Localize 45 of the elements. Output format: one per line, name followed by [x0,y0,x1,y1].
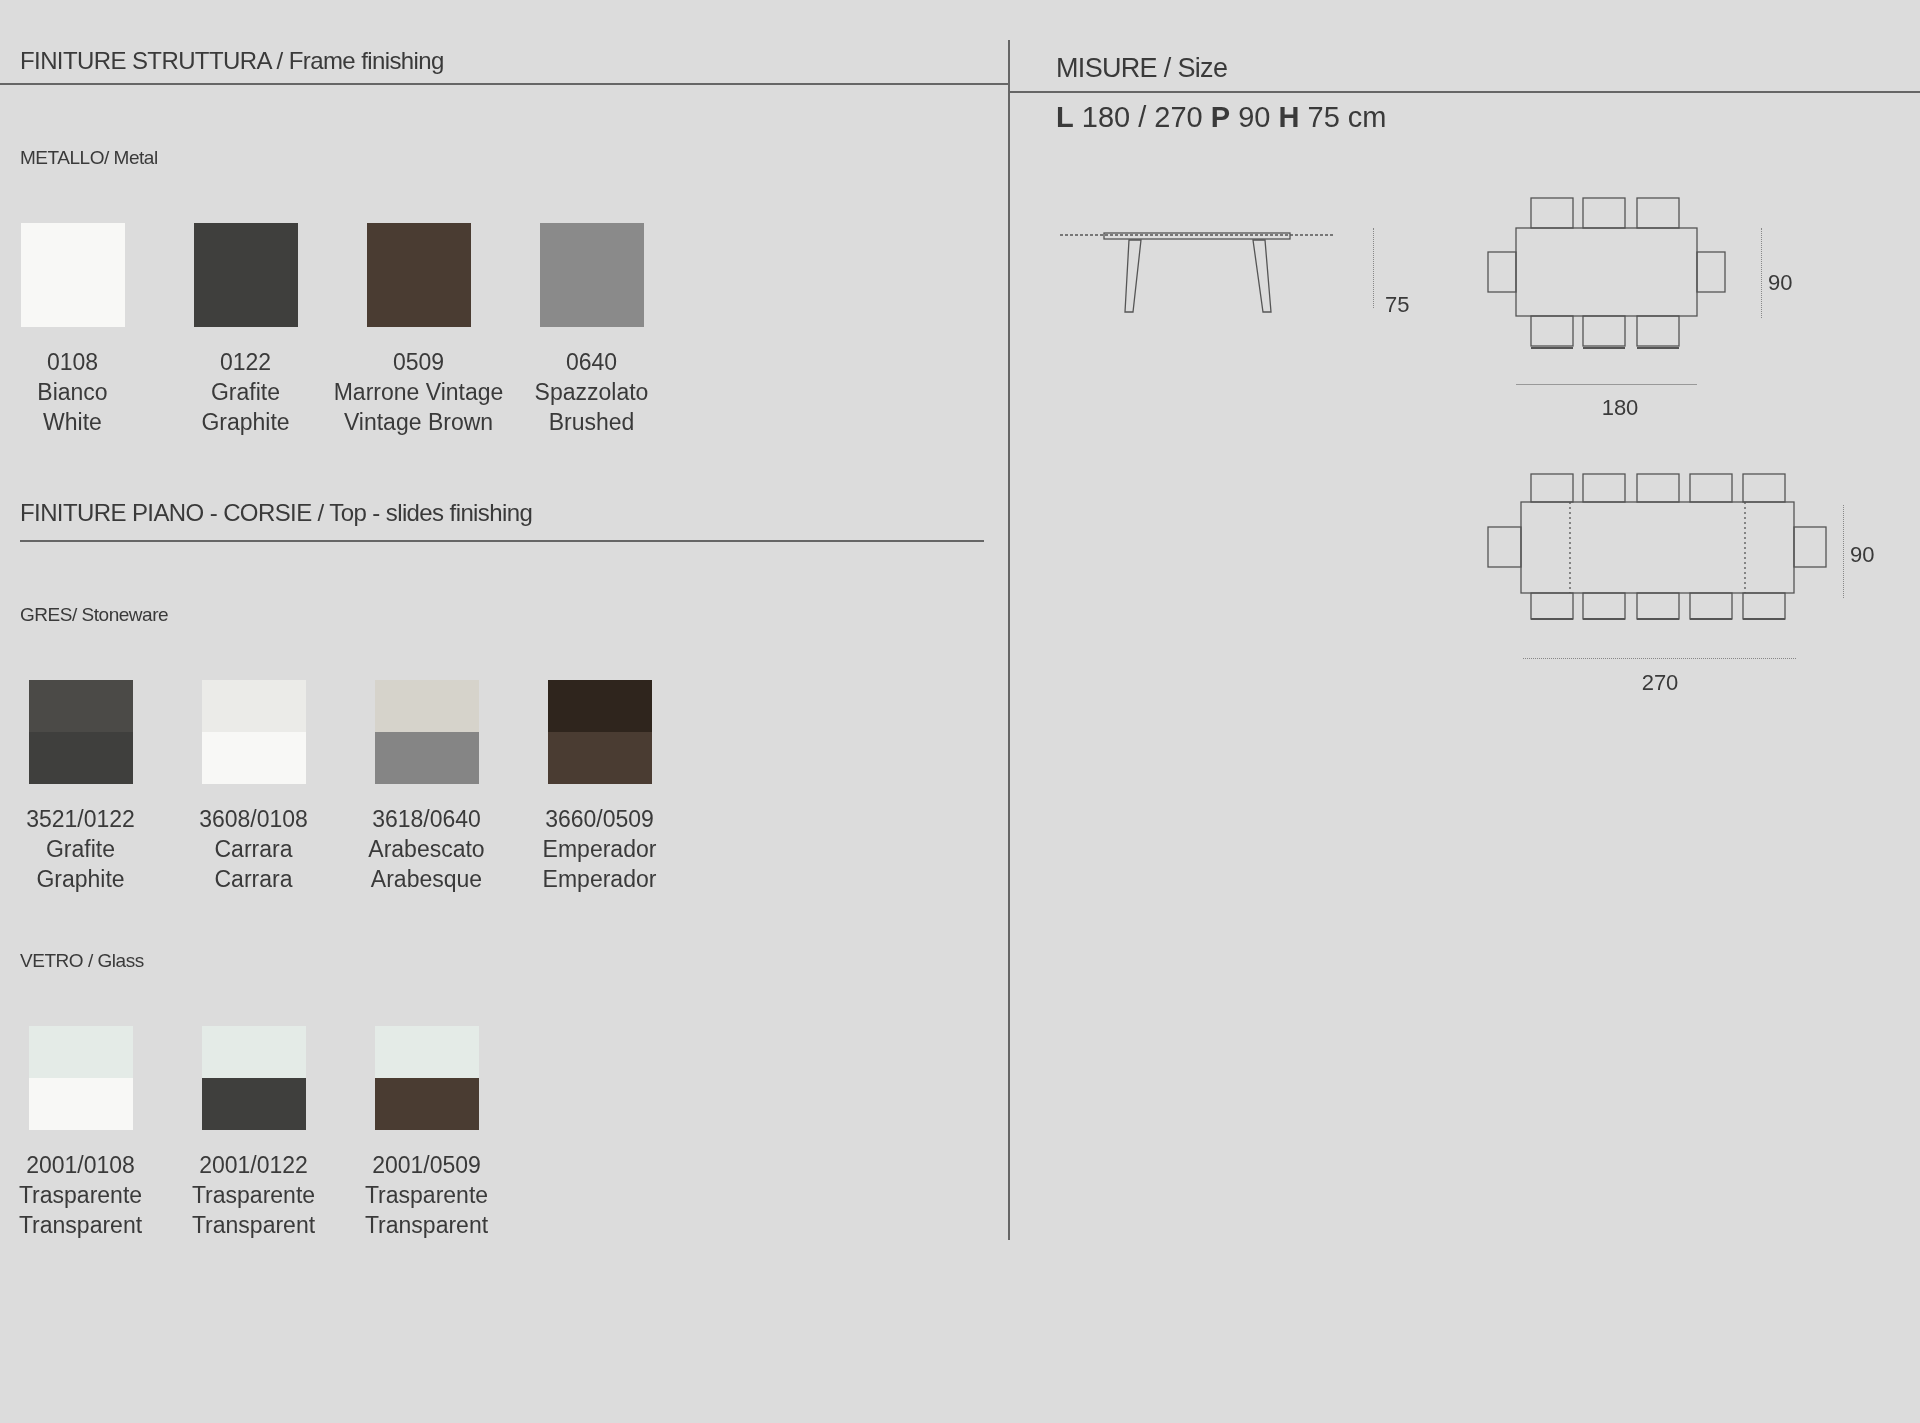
group-title: METALLO/ Metal [20,147,158,168]
finish-code: 3608/0108 [199,805,308,834]
finish-name: Transparent [18,1211,143,1240]
finish-name: Bianco [37,378,108,407]
length-label: 270 [1640,670,1680,696]
depth-label: 90 [1768,270,1793,296]
finish-code: 3521/0122 [26,805,135,834]
finish-name: Trasparente [191,1181,316,1210]
finish-name: Transparent [364,1211,489,1240]
finish-name: Brushed [548,408,635,437]
section-heading: FINITURE STRUTTURA / Frame finishing [20,47,444,75]
group-title: GRES/ Stoneware [20,604,169,625]
finish-code: 0509 [392,348,445,377]
finish-code: 0108 [46,348,99,377]
finish-code: 3660/0509 [545,805,654,834]
finish-name: Emperador [542,865,657,894]
finish-name: Grafite [211,378,280,407]
dimensions-text: L 180 / 270 P 90 H 75 cm [1056,101,1387,133]
finish-name: Trasparente [18,1181,143,1210]
finish-name: Carrara [214,865,293,894]
finish-name: Trasparente [364,1181,489,1210]
finish-name: Carrara [214,835,293,864]
finish-code: 3618/0640 [372,805,481,834]
finish-name: Graphite [36,865,125,894]
finish-name: Transparent [191,1211,316,1240]
height-label: 75 [1385,292,1410,318]
finish-code: 0640 [565,348,618,377]
length-label: 180 [1600,395,1640,421]
depth-label: 90 [1850,542,1875,568]
group-title: VETRO / Glass [20,950,144,971]
finish-name: Spazzolato [534,378,649,407]
finish-name: Grafite [45,835,115,864]
finish-code: 2001/0122 [199,1151,308,1180]
finish-name: Arabescato [368,835,485,864]
finish-name: Marrone Vintage [333,378,504,407]
section-heading: FINITURE PIANO - CORSIE / Top - slides finishing [20,499,533,526]
finish-name: White [43,408,102,437]
finish-code: 0122 [219,348,272,377]
section-heading: MISURE / Size [1056,53,1228,83]
finish-name: Graphite [201,408,290,437]
finish-name: Vintage Brown [343,408,494,437]
finish-name: Arabesque [370,865,483,894]
finish-code: 2001/0509 [372,1151,481,1180]
finish-code: 2001/0108 [26,1151,135,1180]
finish-name: Emperador [542,835,657,864]
